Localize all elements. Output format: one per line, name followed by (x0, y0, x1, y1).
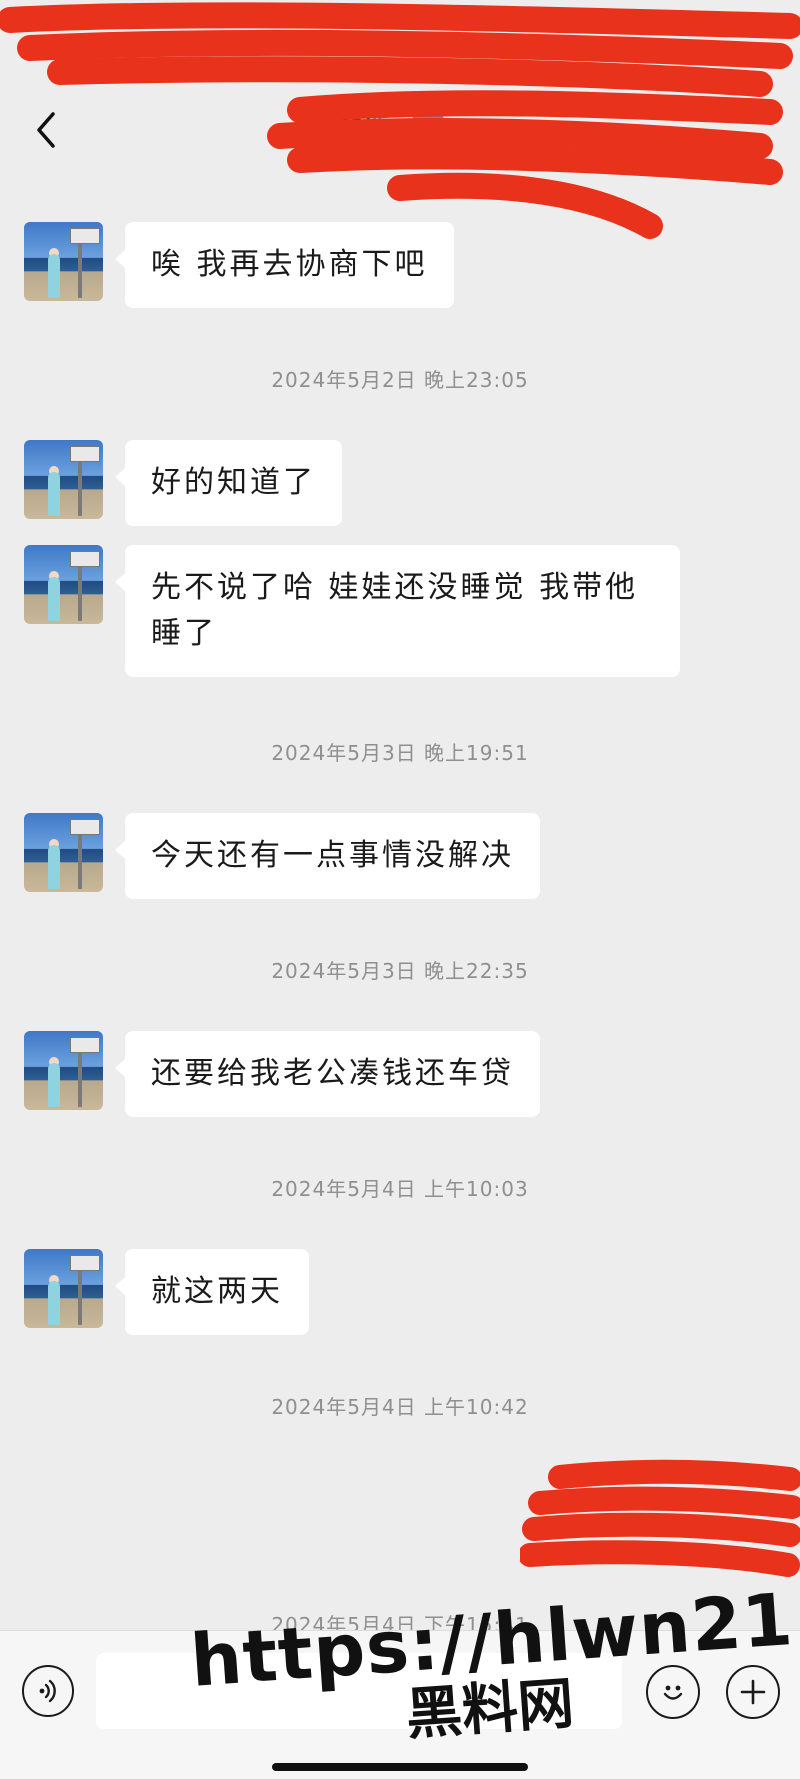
emoji-icon (663, 1685, 683, 1700)
message-timestamp: 2024年5月3日 晚上19:51 (271, 741, 529, 765)
voice-button[interactable] (22, 1665, 74, 1717)
message-timestamp: 2024年5月3日 晚上22:35 (271, 959, 529, 983)
input-bar (0, 1630, 800, 1779)
home-indicator (272, 1763, 528, 1771)
voice-icon (39, 1679, 56, 1703)
contact-avatar[interactable] (24, 1249, 103, 1328)
blue-heart-icon (412, 109, 444, 138)
message-bubble[interactable]: 还要给我老公凑钱还车贷 (115, 1031, 540, 1117)
message-timestamp: 2024年5月4日 上午10:03 (271, 1177, 529, 1201)
message-timestamp: 2024年5月2日 晚上23:05 (271, 368, 529, 392)
message-bubble[interactable]: 今天还有一点事情没解决 (115, 813, 540, 899)
message-list: 唉 我再去协商下吧 2024年5月2日 晚上23:05 好的知道了 先不说了哈 … (0, 200, 800, 1637)
contact-avatar[interactable] (24, 545, 103, 624)
contact-avatar[interactable] (24, 1031, 103, 1110)
message-timestamp: 2024年5月4日 上午10:42 (271, 1395, 529, 1419)
message-bubble[interactable]: 就这两天 (115, 1249, 309, 1335)
chevron-left-icon (37, 112, 55, 148)
contact-avatar[interactable] (24, 813, 103, 892)
contact-avatar[interactable] (24, 222, 103, 301)
message-bubble[interactable]: 先不说了哈 娃娃还没睡觉 我带他睡了 (115, 545, 680, 677)
message-bubble[interactable]: 唉 我再去协商下吧 (115, 222, 454, 308)
chat-header: fairy (0, 90, 800, 180)
back-button[interactable] (18, 102, 74, 158)
emoji-button[interactable] (646, 1665, 700, 1719)
message-bubble[interactable]: 好的知道了 (115, 440, 342, 526)
contact-avatar[interactable] (24, 440, 103, 519)
status-bar (0, 0, 800, 90)
plus-button[interactable] (726, 1665, 780, 1719)
message-input[interactable] (96, 1653, 622, 1729)
plus-icon (740, 1679, 766, 1705)
chat-title: fairy (340, 108, 397, 141)
